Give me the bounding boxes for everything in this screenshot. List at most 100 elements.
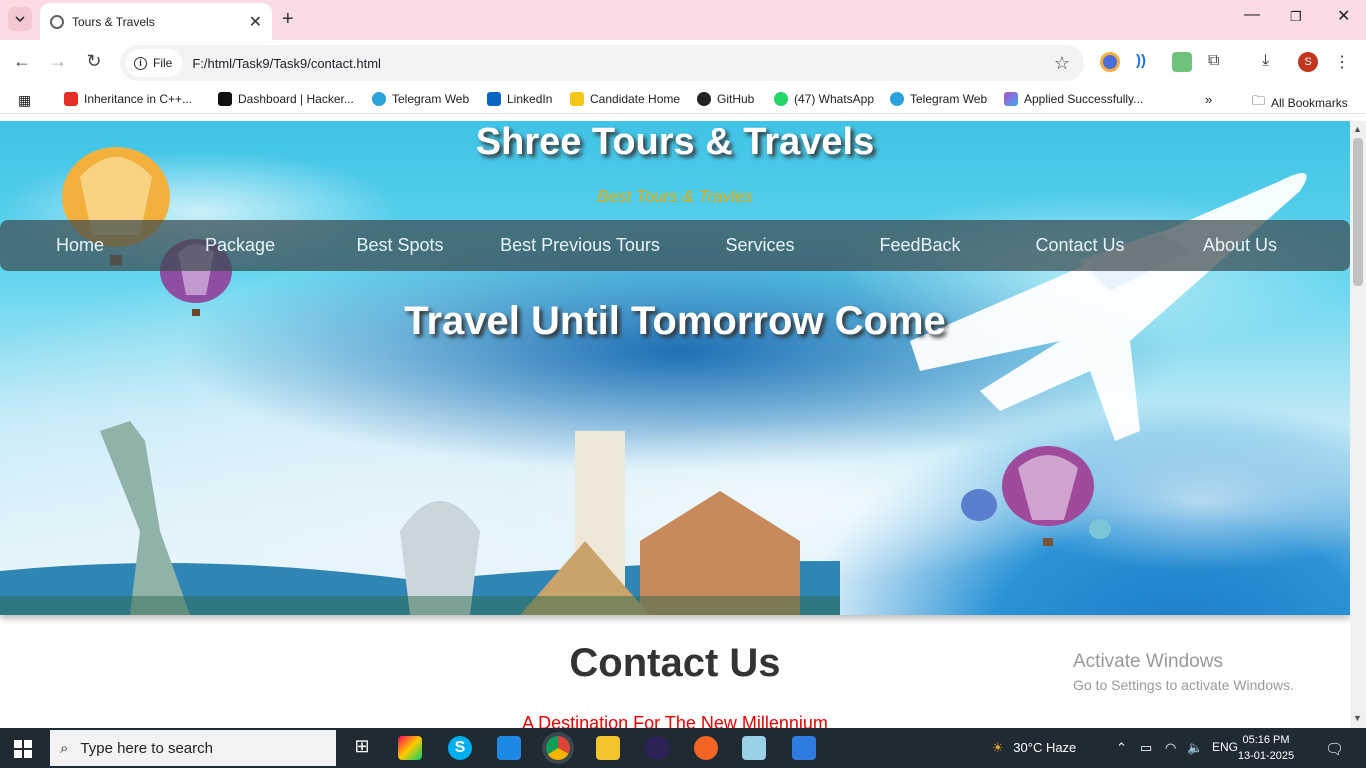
- profile-avatar[interactable]: S: [1298, 52, 1318, 72]
- address-bar[interactable]: i File F:/html/Task9/Task9/contact.html …: [120, 45, 1084, 81]
- nav-about-us[interactable]: About Us: [1160, 235, 1320, 256]
- bookmark-item[interactable]: (47) WhatsApp: [774, 92, 874, 106]
- tab-search-button[interactable]: [8, 7, 32, 31]
- read-aloud-icon[interactable]: )): [1136, 52, 1156, 72]
- nav-contact-us[interactable]: Contact Us: [1000, 235, 1160, 256]
- browser-toolbar: ← → ↻ i File F:/html/Task9/Task9/contact…: [0, 40, 1366, 86]
- contact-subheading: A Destination For The New Millennium: [522, 713, 828, 728]
- bookmark-item[interactable]: Inheritance in C++...: [64, 92, 192, 106]
- windows-start-icon[interactable]: [14, 740, 32, 758]
- scroll-up-icon[interactable]: ▲: [1353, 124, 1362, 134]
- bookmark-label: LinkedIn: [507, 92, 553, 106]
- minimize-button[interactable]: —: [1244, 6, 1260, 24]
- globe-icon: [50, 14, 64, 29]
- language-indicator[interactable]: ENG: [1212, 740, 1238, 754]
- github-icon: [697, 92, 711, 106]
- bookmark-label: Candidate Home: [590, 92, 681, 106]
- youtube-icon: [64, 92, 78, 106]
- nav-best-previous-tours[interactable]: Best Previous Tours: [480, 235, 680, 256]
- close-tab-icon[interactable]: ✕: [249, 12, 262, 32]
- wifi-icon[interactable]: ◠: [1165, 740, 1176, 756]
- bookmark-label: (47) WhatsApp: [794, 92, 875, 106]
- bookmark-item[interactable]: Applied Successfully...: [1004, 92, 1143, 106]
- task-view-icon[interactable]: ⊞: [350, 736, 374, 760]
- all-bookmarks-label: All Bookmarks: [1271, 96, 1348, 110]
- eclipse-icon[interactable]: [645, 736, 669, 760]
- hot-air-balloon-image: [961, 489, 997, 521]
- nav-home[interactable]: Home: [0, 235, 160, 256]
- bookmark-label: Telegram Web: [910, 92, 988, 106]
- downloads-icon[interactable]: ⤓: [1262, 52, 1282, 72]
- back-button[interactable]: ←: [10, 51, 34, 72]
- app-icon[interactable]: [694, 736, 718, 760]
- tab-title: Tours & Travels: [72, 14, 155, 29]
- main-navbar: Home Package Best Spots Best Previous To…: [0, 220, 1350, 271]
- bookmark-star-icon[interactable]: ☆: [1054, 53, 1070, 74]
- scrollbar-thumb[interactable]: [1353, 138, 1363, 286]
- airplane-image: [910, 173, 1307, 441]
- reload-button[interactable]: ↻: [82, 51, 106, 72]
- skype-icon[interactable]: S: [448, 736, 472, 760]
- bookmark-item[interactable]: Telegram Web: [372, 92, 469, 106]
- watermark-line-2: Go to Settings to activate Windows.: [1073, 677, 1294, 693]
- nav-feedback[interactable]: FeedBack: [840, 235, 1000, 256]
- bookmark-item[interactable]: Candidate Home: [570, 92, 680, 106]
- page-scrollbar[interactable]: ▲ ▼: [1350, 121, 1366, 728]
- show-hidden-icons[interactable]: ⌃: [1116, 740, 1127, 756]
- weather-text: 30°C Haze: [1013, 740, 1077, 755]
- taskbar-search[interactable]: ⌕ Type here to search: [50, 730, 336, 766]
- volume-icon[interactable]: 🔈: [1187, 740, 1203, 756]
- bookmark-item[interactable]: LinkedIn: [487, 92, 552, 106]
- extensions-puzzle-icon[interactable]: ⧉: [1208, 52, 1228, 72]
- apps-grid-icon[interactable]: ▦: [18, 92, 31, 109]
- hero-heading: Travel Until Tomorrow Come: [404, 299, 946, 343]
- forward-button[interactable]: →: [46, 51, 70, 72]
- linkedin-icon: [487, 92, 501, 106]
- bookmark-item[interactable]: Dashboard | Hacker...: [218, 92, 354, 106]
- notification-icon[interactable]: 🗨: [1325, 740, 1344, 758]
- taskbar-search-placeholder: Type here to search: [80, 739, 213, 757]
- chevron-down-icon: [15, 16, 25, 22]
- more-menu-icon[interactable]: ⋮: [1334, 52, 1354, 72]
- bookmark-item[interactable]: GitHub: [697, 92, 754, 106]
- restore-button[interactable]: ❐: [1290, 9, 1302, 25]
- weather-sun-icon: ☀: [992, 740, 1004, 755]
- url-text[interactable]: F:/html/Task9/Task9/contact.html: [192, 56, 1054, 71]
- chrome-icon[interactable]: [546, 736, 570, 760]
- applied-icon: [1004, 92, 1018, 106]
- browser-tab[interactable]: Tours & Travels ✕: [40, 3, 272, 40]
- extension-icon[interactable]: [1172, 52, 1192, 72]
- app-icon[interactable]: [742, 736, 766, 760]
- info-icon: i: [134, 56, 147, 70]
- world-landmarks-image: [0, 421, 840, 615]
- hot-air-balloon-image: [1089, 519, 1111, 539]
- app-icon[interactable]: [398, 736, 422, 760]
- clock-time: 05:16 PM: [1242, 734, 1290, 746]
- browser-tabbar: Tours & Travels ✕ + — ❐ ✕: [0, 0, 1366, 40]
- search-icon: ⌕: [60, 739, 69, 757]
- site-title: Shree Tours & Travels: [475, 121, 875, 163]
- new-tab-button[interactable]: +: [282, 8, 294, 31]
- folder-icon: 🗀: [1252, 93, 1266, 108]
- nav-services[interactable]: Services: [680, 235, 840, 256]
- all-bookmarks-button[interactable]: 🗀 All Bookmarks: [1252, 92, 1348, 114]
- bookmark-item[interactable]: Telegram Web: [890, 92, 987, 106]
- photos-icon[interactable]: [792, 736, 816, 760]
- site-info-chip[interactable]: i File: [126, 49, 183, 77]
- nav-best-spots[interactable]: Best Spots: [320, 235, 480, 256]
- more-bookmarks-icon[interactable]: »: [1205, 92, 1212, 107]
- vscode-icon[interactable]: [497, 736, 521, 760]
- scroll-down-icon[interactable]: ▼: [1353, 713, 1362, 723]
- extension-icon[interactable]: [1100, 52, 1120, 72]
- hero-banner: Shree Tours & Travels Best Tours & Travl…: [0, 121, 1350, 615]
- page-viewport: Shree Tours & Travels Best Tours & Travl…: [0, 121, 1350, 728]
- nav-package[interactable]: Package: [160, 235, 320, 256]
- taskbar-clock[interactable]: 05:16 PM 13-01-2025: [1236, 732, 1296, 764]
- battery-icon[interactable]: ▭: [1140, 740, 1152, 756]
- file-explorer-icon[interactable]: [596, 736, 620, 760]
- weather-widget[interactable]: ☀ 30°C Haze: [992, 740, 1076, 756]
- hackerrank-icon: [218, 92, 232, 106]
- activate-windows-watermark: Activate Windows Go to Settings to activ…: [1073, 651, 1294, 693]
- close-window-button[interactable]: ✕: [1337, 6, 1350, 26]
- bookmark-label: Inheritance in C++...: [84, 92, 193, 106]
